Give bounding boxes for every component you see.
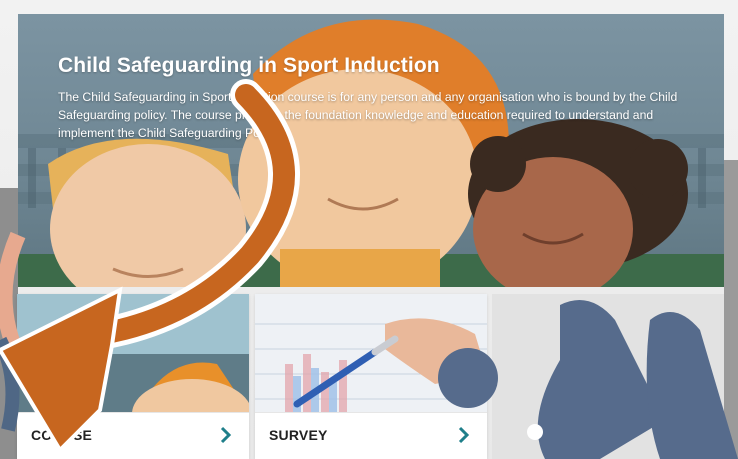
- chevron-right-icon[interactable]: [457, 425, 471, 445]
- left-edge-strip: [0, 188, 18, 459]
- survey-tile-footer: SURVEY: [255, 412, 487, 459]
- survey-tile-image: [255, 294, 487, 412]
- course-tile[interactable]: COURSE: [17, 294, 249, 459]
- hero-text-block: Child Safeguarding in Sport Induction Th…: [58, 54, 698, 142]
- right-edge-strip: [724, 160, 738, 459]
- survey-tile-label: SURVEY: [269, 427, 328, 443]
- survey-tile[interactable]: SURVEY: [255, 294, 487, 459]
- course-tile-image: [17, 294, 249, 412]
- course-tile-label: COURSE: [31, 427, 93, 443]
- chevron-right-icon[interactable]: [219, 425, 233, 445]
- course-description: The Child Safeguarding in Sport Inductio…: [58, 90, 678, 140]
- course-tile-footer: COURSE: [17, 412, 249, 459]
- empty-tile-slot: [492, 294, 724, 459]
- course-title: Child Safeguarding in Sport Induction: [58, 54, 440, 77]
- course-hero-banner: Child Safeguarding in Sport Induction Th…: [18, 14, 724, 287]
